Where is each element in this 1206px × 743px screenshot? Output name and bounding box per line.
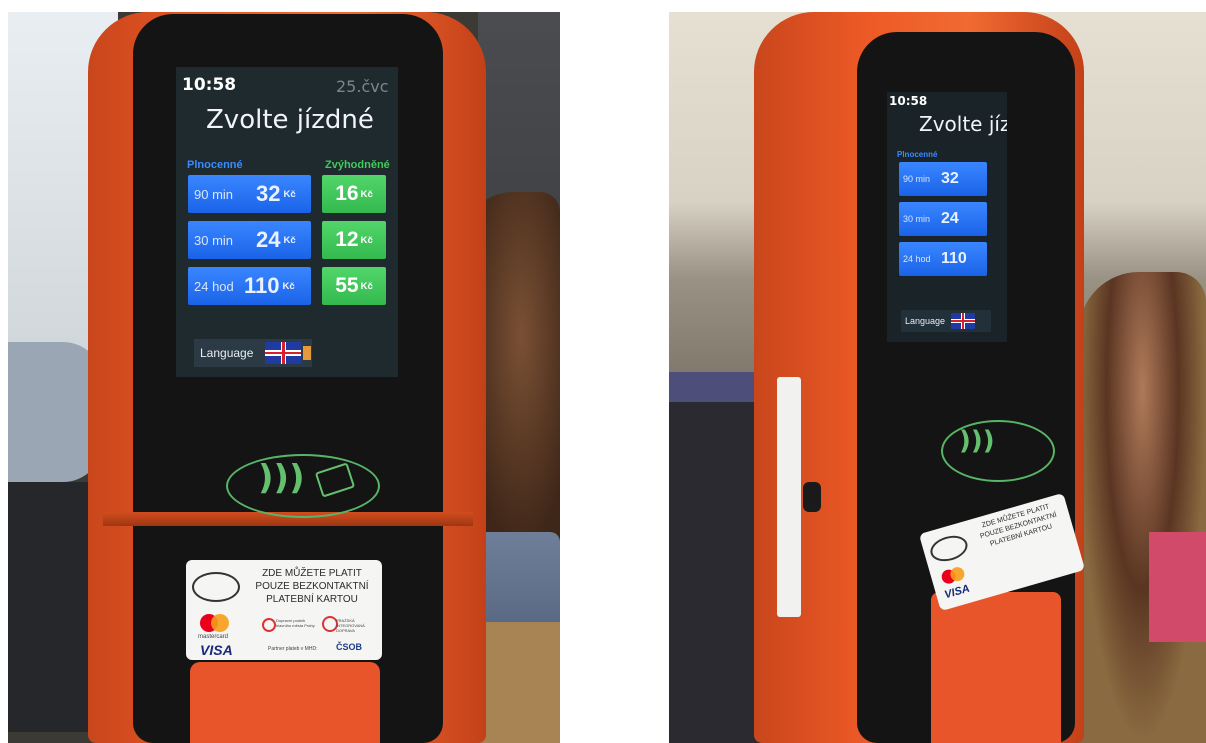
- sticker-line-1: ZDE MŮŽETE PLATIT: [262, 568, 362, 579]
- touch-screen[interactable]: 10:58 Zvolte jízdné Plnocenné 90 min 32 …: [887, 92, 1007, 342]
- fare-price: 24: [941, 210, 959, 227]
- fare-full-90min[interactable]: 90 min 32: [899, 162, 987, 196]
- screen-date: 25.čvc: [336, 77, 389, 96]
- fare-full-90min[interactable]: 90 min 32 Kč: [188, 175, 311, 213]
- fare-full-30min[interactable]: 30 min 24: [899, 202, 987, 236]
- fare-currency: Kč: [283, 188, 296, 200]
- machine-side-label: [777, 377, 801, 617]
- fare-currency: Kč: [360, 188, 373, 200]
- contactless-symbol-icon: [927, 531, 971, 566]
- screen-title: Zvolte jízdné: [206, 105, 374, 135]
- fare-price: 24: [256, 227, 281, 252]
- visa-logo: VISA: [200, 642, 233, 658]
- fare-discount-24hod[interactable]: 55 Kč: [322, 267, 386, 305]
- language-label: Language: [905, 316, 946, 326]
- flag-more-icon: [303, 346, 312, 360]
- touch-screen[interactable]: 10:58 25.čvc Zvolte jízdné Plnocenné Zvý…: [176, 67, 398, 377]
- contactless-symbol-icon: [192, 572, 240, 602]
- bottom-orange-slot: [190, 662, 380, 743]
- fare-price: 32: [256, 181, 281, 206]
- passenger-pink: [1149, 532, 1206, 642]
- mastercard-text: mastercard: [198, 634, 229, 640]
- mastercard-logo-icon: [200, 614, 230, 634]
- screen-time: 10:58: [889, 94, 928, 108]
- fare-currency: Kč: [283, 234, 296, 246]
- fare-duration: 30 min: [903, 214, 931, 224]
- fare-price: 55: [335, 274, 359, 297]
- header-discount-fare: Zvýhodněné: [325, 159, 390, 171]
- machine-key-lock: [803, 482, 821, 512]
- partner-dpp: Dopravní podnik hlavního města Prahy: [276, 618, 315, 628]
- sticker-line-3: PLATEBNÍ KARTOU: [266, 594, 358, 605]
- fare-currency: Kč: [360, 234, 373, 246]
- fare-discount-90min[interactable]: 16 Kč: [322, 175, 386, 213]
- contactless-icon: ))): [959, 426, 995, 456]
- language-button[interactable]: Language: [901, 310, 991, 332]
- language-label: Language: [200, 346, 254, 360]
- fare-duration: 90 min: [903, 174, 931, 184]
- uk-flag-icon: [951, 313, 976, 329]
- bottom-orange-slot: [931, 592, 1061, 743]
- screen-title: Zvolte jízdné: [919, 112, 1007, 136]
- csob-logo: ČSOB: [336, 642, 363, 652]
- fare-price: 110: [941, 250, 967, 267]
- contactless-icon: ))): [258, 458, 305, 498]
- fare-duration: 30 min: [194, 232, 234, 248]
- fare-price: 110: [244, 273, 280, 298]
- partner-label: Partner plateb v MHD:: [268, 646, 318, 652]
- fare-duration: 24 hod: [903, 254, 931, 264]
- partner-pid: PRAŽSKÁ INTEGROVANÁ DOPRAVA: [336, 618, 365, 633]
- dpp-logo-icon: [262, 618, 276, 632]
- fare-currency: Kč: [282, 280, 295, 292]
- header-full-fare: Plnocenné: [897, 150, 938, 159]
- fare-duration: 90 min: [194, 186, 234, 202]
- fare-price: 16: [335, 182, 359, 205]
- fare-full-24hod[interactable]: 24 hod 110 Kč: [188, 267, 311, 305]
- uk-flag-icon: [265, 342, 302, 364]
- fare-full-24hod[interactable]: 24 hod 110: [899, 242, 987, 276]
- left-photo: 10:58 25.čvc Zvolte jízdné Plnocenné Zvý…: [8, 12, 560, 743]
- sticker-line-2: POUZE BEZKONTAKTNÍ: [255, 581, 369, 592]
- language-button[interactable]: Language: [194, 339, 312, 367]
- passenger-woman: [1079, 272, 1206, 743]
- fare-price: 32: [941, 170, 959, 187]
- fare-discount-30min[interactable]: 12 Kč: [322, 221, 386, 259]
- fare-price: 12: [335, 228, 359, 251]
- right-photo: 10:58 Zvolte jízdné Plnocenné 90 min 32 …: [669, 12, 1206, 743]
- payment-sticker: ZDE MŮŽETE PLATIT POUZE BEZKONTAKTNÍ PLA…: [186, 560, 382, 660]
- fare-full-30min[interactable]: 30 min 24 Kč: [188, 221, 311, 259]
- fare-duration: 24 hod: [194, 278, 234, 294]
- fare-currency: Kč: [360, 280, 373, 292]
- backpack-tan: [478, 622, 560, 743]
- screen-time: 10:58: [182, 75, 237, 95]
- header-full-fare: Plnocenné: [187, 159, 243, 171]
